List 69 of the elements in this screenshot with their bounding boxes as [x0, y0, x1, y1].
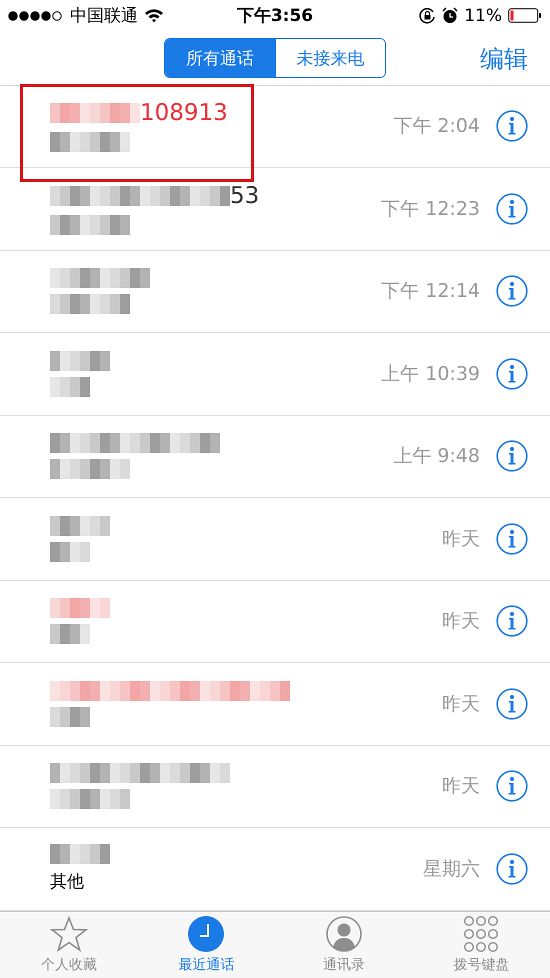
call-row[interactable]: 下午 12:14: [0, 250, 550, 334]
info-button[interactable]: [496, 688, 528, 720]
call-time: 上午 10:39: [381, 362, 480, 387]
info-button[interactable]: [496, 605, 528, 638]
call-row[interactable]: 昨天: [0, 580, 550, 664]
battery-percent: 11%: [464, 6, 502, 26]
call-time: 下午 2:04: [393, 114, 480, 140]
info-icon: [496, 192, 528, 225]
blurred-text-drawing: [50, 624, 90, 644]
rotation-lock-icon: [419, 7, 436, 24]
info-icon: [496, 605, 528, 638]
call-time: 下午 12:14: [381, 279, 480, 304]
info-icon: [496, 110, 528, 142]
info-icon: [496, 275, 528, 308]
caller-name: 53: [230, 182, 260, 209]
call-time: 星期六: [423, 856, 480, 882]
info-button[interactable]: [496, 110, 528, 142]
info-icon: [496, 522, 528, 555]
info-icon: [496, 358, 528, 390]
call-time: 昨天: [442, 774, 480, 800]
blurred-text-drawing: [50, 376, 90, 397]
blurred-text-drawing: [50, 516, 110, 536]
clock-icon: [188, 916, 224, 952]
call-time: 昨天: [442, 692, 480, 717]
battery-icon: [508, 8, 542, 24]
info-icon: [496, 852, 528, 885]
call-row[interactable]: 上午 9:48: [0, 416, 550, 498]
caller-name: 108913: [140, 100, 228, 126]
filter-tab[interactable]: 未接来电: [275, 39, 385, 78]
call-time: 下午 12:23: [381, 196, 480, 222]
wifi-icon: [144, 8, 164, 24]
info-icon: [496, 688, 528, 720]
info-button[interactable]: [496, 440, 528, 472]
star-icon: [50, 916, 88, 952]
call-row[interactable]: 昨天: [0, 498, 550, 581]
call-row[interactable]: 53 下午 12:23: [0, 168, 550, 251]
call-row[interactable]: 昨天: [0, 746, 550, 828]
info-icon: [496, 440, 528, 472]
info-button[interactable]: [496, 275, 528, 308]
signal-icon: [8, 10, 64, 21]
info-button[interactable]: [496, 192, 528, 225]
call-row[interactable]: 108913 下午 2:04: [0, 86, 550, 168]
tab-bar-item[interactable]: 个人收藏: [0, 912, 138, 978]
call-row[interactable]: 上午 10:39: [0, 333, 550, 416]
filter-tab[interactable]: 所有通话: [165, 39, 275, 78]
edit-button[interactable]: 编辑: [480, 43, 528, 76]
info-button[interactable]: [496, 358, 528, 390]
blurred-text-drawing: [50, 350, 110, 371]
tab-bar-item[interactable]: 通讯录: [275, 912, 412, 978]
carrier-name: 中国联通: [70, 5, 138, 28]
clock-time: 下午3:56: [236, 5, 314, 28]
blurred-text-drawing: [50, 844, 110, 864]
info-icon: [496, 770, 528, 802]
tab-bar-item[interactable]: 拨号键盘: [412, 912, 550, 978]
alarm-icon: [442, 7, 458, 24]
call-row[interactable]: 昨天: [0, 663, 550, 746]
blurred-text-drawing: [50, 706, 90, 727]
call-time: 上午 9:48: [393, 444, 480, 470]
info-button[interactable]: [496, 770, 528, 802]
person-icon: [326, 916, 362, 952]
tab-bar-item[interactable]: 最近通话: [138, 912, 275, 978]
call-time: 昨天: [442, 609, 480, 634]
info-button[interactable]: [496, 522, 528, 555]
blurred-text-drawing: [50, 542, 90, 562]
info-button[interactable]: [496, 852, 528, 885]
blurred-text-drawing: [50, 598, 110, 618]
call-label: 其他: [50, 871, 85, 894]
call-time: 昨天: [442, 526, 480, 552]
keypad-icon: [464, 916, 498, 952]
